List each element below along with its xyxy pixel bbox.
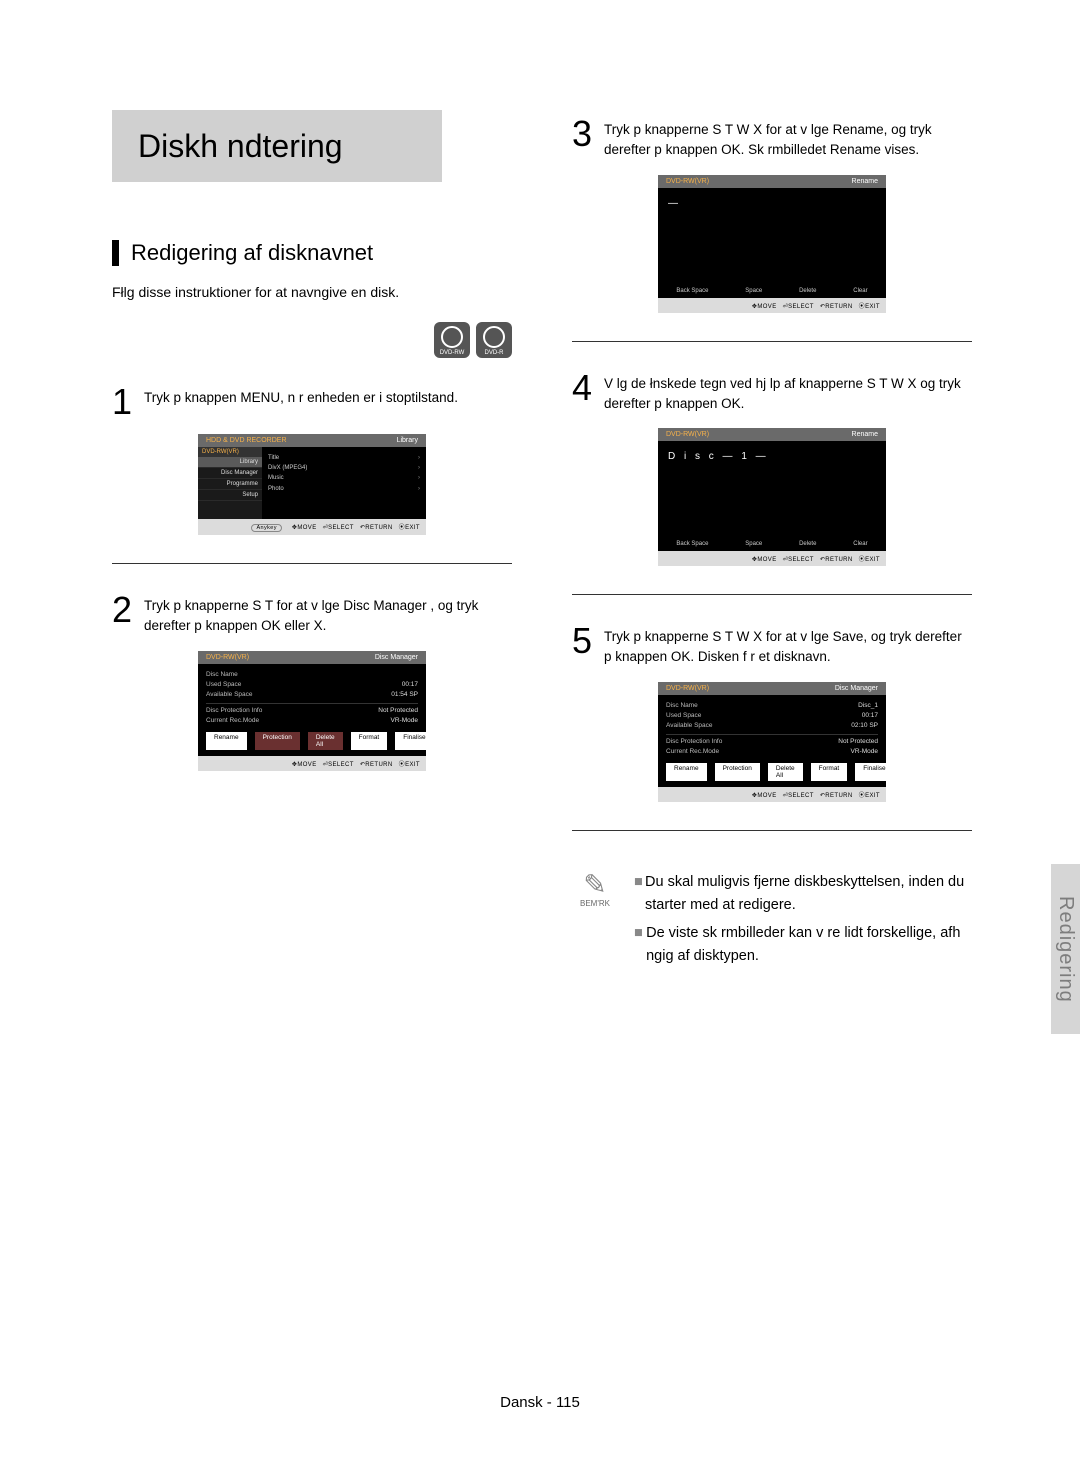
step-4-text: V lg de łnskede tegn ved hj lp af knappe… [604, 370, 972, 415]
disc-icon-dvd-r: DVD-R [476, 322, 512, 358]
osd-disc-manager-saved-screenshot: DVD-RW(VR)Disc Manager Disc NameDisc_1 U… [658, 682, 886, 803]
step-3-number: 3 [572, 116, 592, 152]
step-2-number: 2 [112, 592, 132, 628]
side-tab: Redigering [1051, 864, 1080, 1034]
note-icon: ✎ [572, 871, 618, 899]
note-1: Du skal muligvis fjerne diskbeskyttelsen… [645, 871, 972, 916]
osd-library-screenshot: HDD & DVD RECORDERLibrary DVD-RW(VR) Lib… [198, 434, 426, 535]
osd-rename-typed-screenshot: DVD-RW(VR)Rename D i s c — 1 — Back Spac… [658, 428, 886, 566]
step-4-number: 4 [572, 370, 592, 406]
page-title: Diskh ndtering [112, 110, 442, 182]
section-intro: Fłlg disse instruktioner for at navngive… [112, 284, 512, 300]
section-marker [112, 240, 119, 266]
step-5-number: 5 [572, 623, 592, 659]
step-2-text: Tryk p knapperne S T for at v lge Disc M… [144, 592, 512, 637]
osd-rename-blank-screenshot: DVD-RW(VR)Rename — Back SpaceSpaceDelete… [658, 175, 886, 313]
step-5-text: Tryk p knapperne S T W X for at v lge Sa… [604, 623, 972, 668]
step-1-number: 1 [112, 384, 132, 420]
section-title: Redigering af disknavnet [131, 240, 373, 266]
step-3-text: Tryk p knapperne S T W X for at v lge Re… [604, 116, 972, 161]
osd-disc-manager-screenshot: DVD-RW(VR)Disc Manager Disc Name Used Sp… [198, 651, 426, 772]
page-number: Dansk - 115 [0, 1394, 1080, 1411]
note-2: De viste sk rmbilleder kan v re lidt for… [646, 922, 972, 967]
step-1-text: Tryk p knappen MENU, n r enheden er i st… [144, 384, 458, 408]
note-label: BEM'RK [572, 899, 618, 908]
disc-icon-dvd-rw: DVD-RW [434, 322, 470, 358]
